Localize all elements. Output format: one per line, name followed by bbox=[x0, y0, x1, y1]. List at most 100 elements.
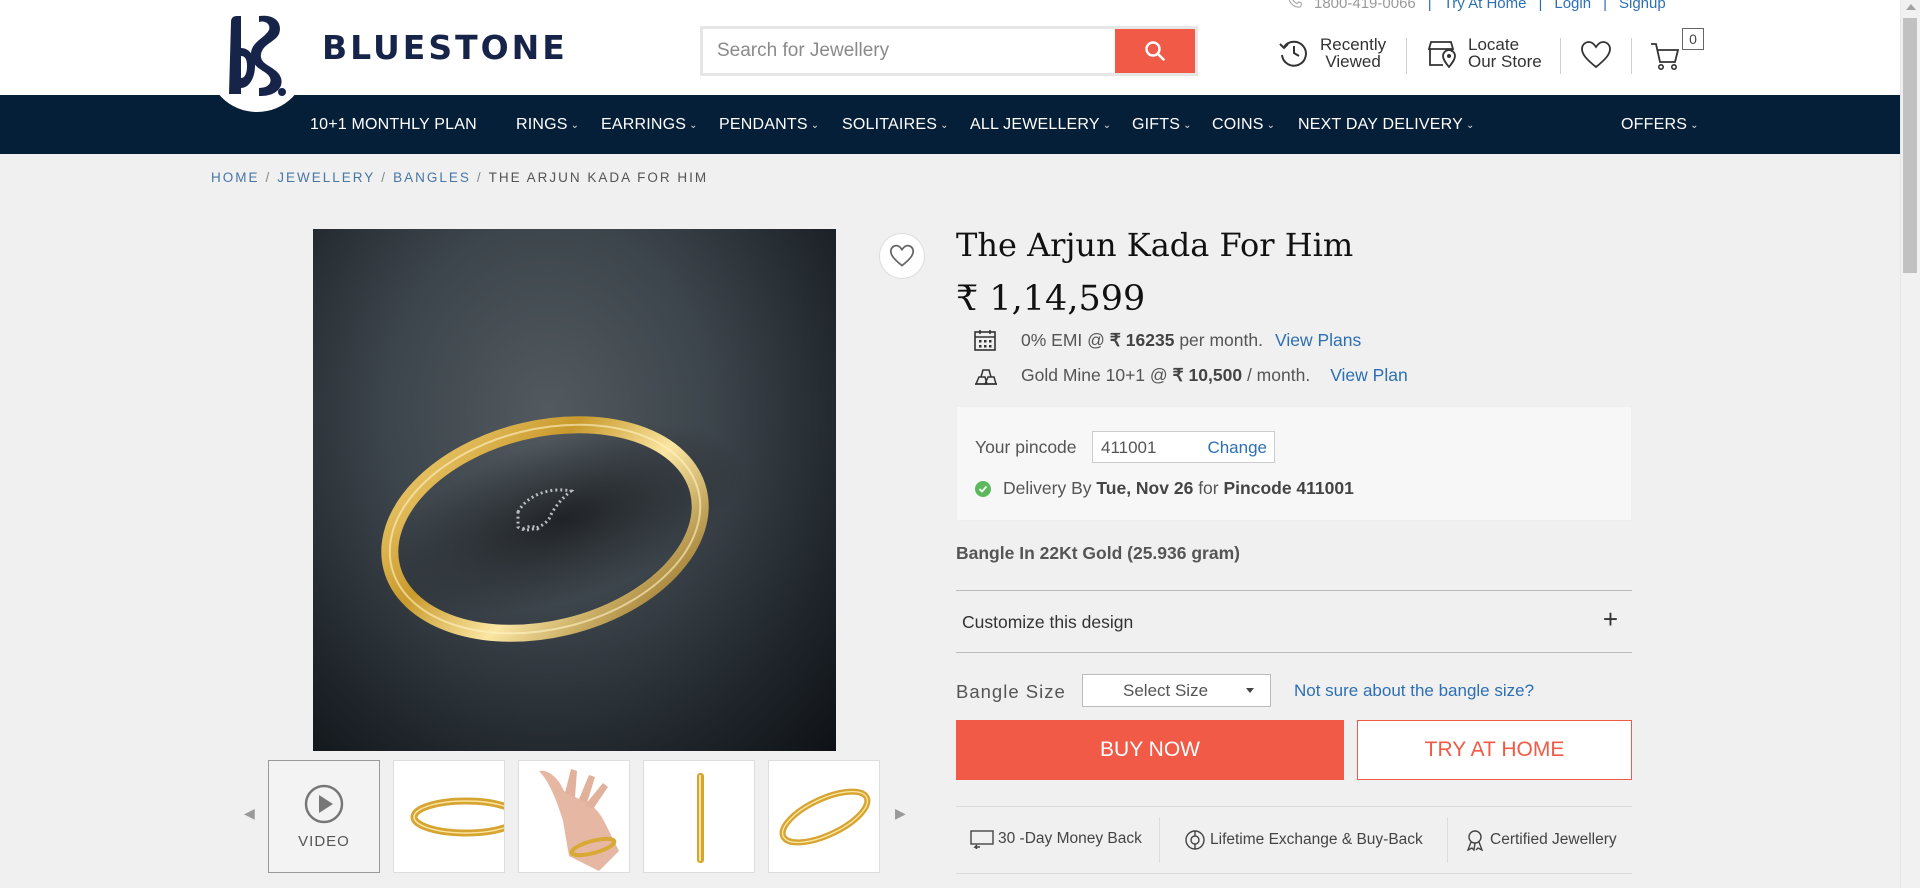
money-back-assurance[interactable]: 30 -Day Money Back bbox=[970, 829, 1142, 849]
bangle-size-label: Bangle Size bbox=[956, 681, 1066, 702]
nav-item-monthly-plan[interactable]: 10+1 MONTHLY PLAN bbox=[310, 95, 477, 154]
view-plans-link[interactable]: View Plans bbox=[1275, 330, 1361, 351]
return-icon bbox=[970, 830, 994, 849]
top-links: 1800-419-0066 | Try At Home | Login | Si… bbox=[1288, 0, 1666, 12]
plus-icon[interactable]: + bbox=[1603, 604, 1618, 635]
customize-label: Customize this design bbox=[962, 612, 1134, 632]
nav-label: COINS bbox=[1212, 116, 1264, 133]
nav-item-all-jewellery[interactable]: ALL JEWELLERY ⌄ bbox=[970, 95, 1111, 154]
breadcrumb-separator: / bbox=[476, 170, 483, 185]
emi-prefix: 0% EMI @ bbox=[1021, 329, 1105, 350]
breadcrumb-home[interactable]: HOME bbox=[211, 170, 260, 185]
recently-viewed-button[interactable]: Recently Viewed bbox=[1278, 36, 1386, 70]
delivery-pincode: Pincode 411001 bbox=[1223, 478, 1354, 498]
size-guide-link[interactable]: Not sure about the bangle size? bbox=[1294, 681, 1534, 701]
buy-now-button[interactable]: BUY NOW bbox=[956, 720, 1344, 780]
nav-item-solitaires[interactable]: SOLITAIRES ⌄ bbox=[842, 95, 949, 154]
pincode-field[interactable]: 411001 Change bbox=[1092, 431, 1275, 463]
video-thumbnail[interactable]: VIDEO bbox=[268, 760, 380, 873]
chevron-down-icon: ⌄ bbox=[1183, 120, 1192, 131]
chevron-down-icon: ⌄ bbox=[810, 120, 820, 131]
try-at-home-link[interactable]: Try At Home bbox=[1444, 0, 1527, 12]
nav-item-earrings[interactable]: EARRINGS ⌄ bbox=[601, 95, 698, 154]
nav-item-pendants[interactable]: PENDANTS ⌄ bbox=[719, 95, 819, 154]
main-navigation: 10+1 MONTHLY PLAN RINGS ⌄ EARRINGS ⌄ PENDA… bbox=[0, 95, 1900, 154]
pincode-label: Your pincode bbox=[975, 437, 1077, 457]
change-pincode-link[interactable]: Change bbox=[1207, 438, 1267, 458]
nav-label: RINGS bbox=[516, 116, 568, 133]
login-link[interactable]: Login bbox=[1554, 0, 1591, 12]
nav-label: EARRINGS bbox=[601, 116, 687, 133]
locate-store-button[interactable]: Locate Our Store bbox=[1426, 36, 1542, 70]
chevron-down-icon: ⌄ bbox=[570, 120, 580, 131]
assurance-label: Lifetime Exchange & Buy-Back bbox=[1210, 831, 1423, 848]
delivery-mid: for bbox=[1198, 478, 1219, 498]
gallery-thumbnail[interactable] bbox=[393, 760, 505, 873]
chevron-left-icon[interactable]: ◀ bbox=[244, 805, 255, 822]
product-price: ₹ 1,14,599 bbox=[956, 279, 1146, 319]
chevron-down-icon: ⌄ bbox=[1102, 120, 1112, 131]
phone-icon bbox=[1288, 0, 1302, 12]
bangle-image bbox=[380, 416, 746, 642]
search-icon bbox=[1145, 41, 1165, 61]
nav-item-coins[interactable]: COINS ⌄ bbox=[1212, 95, 1275, 154]
bangle-size-select[interactable]: Select Size bbox=[1082, 674, 1271, 707]
nav-item-next-day-delivery[interactable]: NEXT DAY DELIVERY ⌄ bbox=[1298, 95, 1475, 154]
breadcrumb-separator: / bbox=[265, 170, 272, 185]
scrollbar-thumb[interactable] bbox=[1903, 18, 1917, 273]
search-button[interactable] bbox=[1115, 29, 1195, 73]
product-main-image[interactable] bbox=[313, 229, 836, 751]
bangle-edge-image bbox=[697, 773, 704, 863]
breadcrumb-bangles[interactable]: BANGLES bbox=[393, 170, 471, 185]
emi-suffix: per month. bbox=[1179, 329, 1263, 350]
product-title: The Arjun Kada For Him bbox=[956, 226, 1354, 264]
divider bbox=[1560, 38, 1561, 74]
gallery-thumbnail[interactable] bbox=[643, 760, 755, 873]
cart-icon bbox=[1651, 43, 1680, 70]
chevron-right-icon[interactable]: ▶ bbox=[895, 805, 906, 822]
separator: | bbox=[1603, 0, 1607, 12]
breadcrumb-jewellery[interactable]: JEWELLERY bbox=[277, 170, 375, 185]
page-scrollbar[interactable] bbox=[1900, 0, 1920, 888]
nav-label: NEXT DAY DELIVERY bbox=[1298, 116, 1463, 133]
view-plan-link[interactable]: View Plan bbox=[1330, 365, 1408, 386]
add-to-wishlist-button[interactable] bbox=[879, 233, 925, 279]
certified-jewellery-assurance[interactable]: Certified Jewellery bbox=[1464, 829, 1617, 851]
separator: | bbox=[1427, 0, 1432, 12]
logo[interactable] bbox=[207, 0, 307, 112]
gallery-thumbnail[interactable] bbox=[518, 760, 630, 873]
lifetime-exchange-assurance[interactable]: Lifetime Exchange & Buy-Back bbox=[1184, 829, 1423, 851]
size-select-value: Select Size bbox=[1123, 681, 1209, 700]
chevron-down-icon: ⌄ bbox=[1465, 120, 1475, 131]
bangle-angle-image bbox=[779, 788, 871, 846]
nav-label: SOLITAIRES bbox=[842, 116, 938, 133]
cart-button[interactable] bbox=[1649, 40, 1681, 72]
brand-name[interactable]: BLUESTONE bbox=[322, 28, 568, 67]
nav-label: 10+1 MONTHLY PLAN bbox=[310, 116, 477, 133]
bangle-side-image bbox=[410, 797, 504, 837]
try-at-home-button[interactable]: TRY AT HOME bbox=[1357, 720, 1632, 780]
assurance-bar: 30 -Day Money Back Lifetime Exchange & B… bbox=[956, 806, 1632, 874]
search-input[interactable] bbox=[703, 29, 1118, 73]
site-header: 1800-419-0066 | Try At Home | Login | Si… bbox=[0, 0, 1900, 112]
customize-accordion[interactable]: Customize this design + bbox=[956, 590, 1632, 653]
nav-item-offers[interactable]: OFFERS ⌄ bbox=[1621, 95, 1699, 154]
gold-mine-offer: Gold Mine 10+1 @ ₹ 10,500 / month. View … bbox=[973, 364, 1408, 386]
chevron-down-icon: ⌄ bbox=[689, 120, 698, 131]
gallery-thumbnail[interactable] bbox=[768, 760, 880, 873]
wishlist-button[interactable] bbox=[1580, 40, 1612, 70]
gold-mine-suffix: / month. bbox=[1246, 364, 1311, 385]
delivery-info: Delivery By Tue, Nov 26 for Pincode 4110… bbox=[975, 478, 1354, 499]
exchange-icon bbox=[1185, 830, 1205, 850]
nav-item-gifts[interactable]: GIFTS ⌄ bbox=[1132, 95, 1192, 154]
nav-item-rings[interactable]: RINGS ⌄ bbox=[516, 95, 579, 154]
nav-label: ALL JEWELLERY bbox=[970, 116, 1100, 133]
video-label: VIDEO bbox=[298, 833, 350, 850]
signup-link[interactable]: Signup bbox=[1619, 0, 1666, 12]
nav-label: GIFTS bbox=[1132, 116, 1181, 133]
scroll-up-arrow-icon[interactable] bbox=[1906, 4, 1916, 10]
assurance-label: 30 -Day Money Back bbox=[998, 830, 1142, 847]
check-icon bbox=[975, 480, 991, 497]
gold-mine-prefix: Gold Mine 10+1 @ bbox=[1021, 364, 1168, 385]
emi-amount: ₹ 16235 bbox=[1109, 329, 1175, 350]
